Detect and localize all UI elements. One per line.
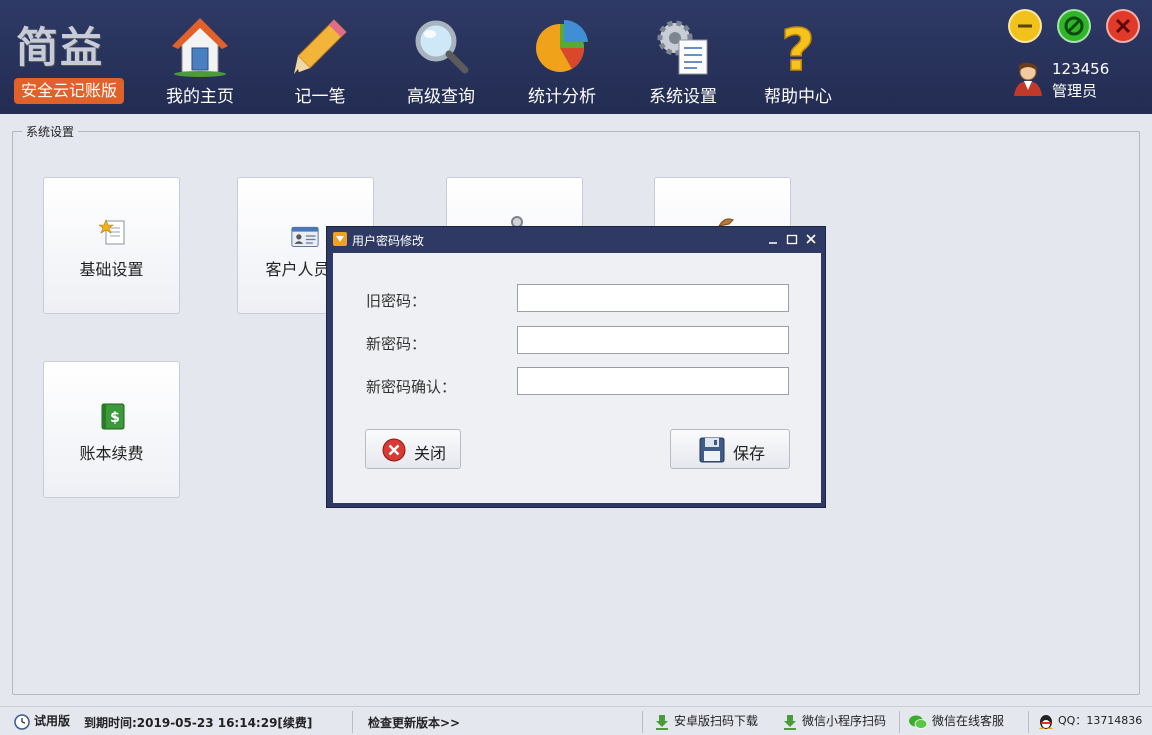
tile-renewal-label: 账本续费	[79, 444, 144, 463]
question-mark-icon: ?	[780, 16, 815, 78]
money-book-icon: $	[101, 403, 125, 430]
android-download-link[interactable]: 安卓版扫码下载	[654, 712, 758, 730]
user-role: 管理员	[1052, 82, 1098, 100]
logo-text: 简益	[16, 23, 105, 72]
qq-contact[interactable]: QQ：13714836	[1038, 712, 1142, 729]
nav-search[interactable]: 高级查询	[381, 10, 501, 110]
nav-home-label: 我的主页	[166, 87, 234, 107]
close-window-button[interactable]	[1106, 9, 1140, 43]
pie-chart-icon	[536, 19, 588, 72]
confirm-password-label: 新密码确认：	[366, 378, 457, 396]
close-button-label: 关闭	[414, 444, 447, 463]
expiry-text: 到期时间:2019-05-23 16:14:29[续费]	[84, 716, 313, 730]
nav-settings-label: 系统设置	[649, 87, 717, 107]
trial-status: 试用版	[14, 712, 70, 730]
settings-document-icon	[99, 219, 125, 245]
old-password-label: 旧密码：	[366, 292, 427, 310]
app-header: 简益 安全云记账版 我的主页 记一笔 高级查询 统计分析 系统设置 ? 帮助中心…	[0, 0, 1152, 114]
status-divider	[1028, 711, 1029, 733]
clock-icon	[14, 713, 30, 730]
save-button[interactable]: 保存	[670, 429, 790, 469]
wechat-service-label: 微信在线客服	[932, 714, 1005, 728]
wechat-miniprogram-link[interactable]: 微信小程序扫码	[782, 712, 886, 730]
home-icon	[172, 18, 228, 77]
close-button[interactable]: 关闭	[365, 429, 461, 469]
wechat-service-link[interactable]: 微信在线客服	[908, 712, 1004, 730]
dialog-titlebar[interactable]: 用户密码修改	[327, 227, 825, 251]
contact-card-icon	[291, 226, 319, 247]
trial-label: 试用版	[34, 714, 71, 728]
user-info[interactable]: 123456 管理员	[1012, 58, 1142, 102]
tile-basic-settings-label: 基础设置	[79, 260, 144, 279]
settings-group-title: 系统设置	[22, 123, 79, 140]
floppy-disk-icon	[699, 437, 725, 463]
change-password-dialog: 用户密码修改 旧密码： 新密码： 新密码确认： 关闭 保存	[326, 226, 826, 508]
download-icon	[784, 714, 796, 730]
nav-statistics[interactable]: 统计分析	[502, 10, 622, 110]
nav-help[interactable]: ? 帮助中心	[738, 10, 858, 110]
android-download-label: 安卓版扫码下载	[674, 714, 759, 728]
close-circle-icon	[382, 438, 406, 462]
check-update-link[interactable]: 检查更新版本>>	[368, 714, 460, 731]
logo-edition: 安全云记账版	[14, 78, 124, 104]
svg-text:?: ?	[781, 16, 815, 78]
wechat-icon	[909, 715, 928, 729]
status-divider	[899, 711, 900, 733]
confirm-password-input[interactable]	[517, 367, 789, 395]
nav-settings[interactable]: 系统设置	[623, 10, 743, 110]
maximize-button[interactable]	[1057, 9, 1091, 43]
nav-search-label: 高级查询	[407, 87, 475, 107]
pencil-icon	[294, 19, 347, 74]
nav-help-label: 帮助中心	[764, 87, 832, 107]
save-button-label: 保存	[733, 444, 766, 463]
close-icon	[1115, 18, 1131, 34]
svg-text:$: $	[110, 410, 120, 426]
expiry-time[interactable]: 到期时间:2019-05-23 16:14:29[续费]	[84, 714, 312, 731]
app-small-icon	[333, 232, 347, 246]
dialog-close-icon[interactable]	[805, 233, 817, 245]
tile-basic-settings[interactable]: 基础设置	[43, 177, 180, 314]
user-id: 123456	[1052, 60, 1110, 78]
maximize-icon	[1064, 16, 1084, 36]
qq-number: QQ：13714836	[1058, 714, 1143, 727]
new-password-label: 新密码：	[366, 335, 427, 353]
nav-statistics-label: 统计分析	[528, 87, 596, 107]
magnifier-icon	[415, 20, 469, 74]
tile-renewal[interactable]: $ 账本续费	[43, 361, 180, 498]
status-divider	[642, 711, 643, 733]
dialog-minimize-icon[interactable]	[767, 233, 779, 245]
qq-penguin-icon	[1039, 714, 1053, 729]
dialog-title: 用户密码修改	[352, 234, 425, 248]
new-password-input[interactable]	[517, 326, 789, 354]
check-update-label: 检查更新版本>>	[368, 716, 461, 730]
minimize-button[interactable]	[1008, 9, 1042, 43]
status-bar: 试用版 到期时间:2019-05-23 16:14:29[续费] 检查更新版本>…	[0, 706, 1152, 735]
old-password-input[interactable]	[517, 284, 789, 312]
minimize-icon	[1018, 24, 1032, 28]
wechat-miniprogram-label: 微信小程序扫码	[802, 714, 887, 728]
app-logo: 简益 安全云记账版	[12, 12, 124, 104]
user-avatar-icon	[1014, 62, 1042, 96]
dialog-body: 旧密码： 新密码： 新密码确认： 关闭 保存	[333, 253, 821, 503]
gear-document-icon	[657, 20, 708, 75]
download-icon	[656, 714, 668, 730]
dialog-maximize-icon[interactable]	[786, 233, 798, 245]
nav-record[interactable]: 记一笔	[260, 10, 380, 110]
nav-home[interactable]: 我的主页	[140, 10, 260, 110]
nav-record-label: 记一笔	[294, 87, 346, 107]
status-divider	[352, 711, 353, 733]
